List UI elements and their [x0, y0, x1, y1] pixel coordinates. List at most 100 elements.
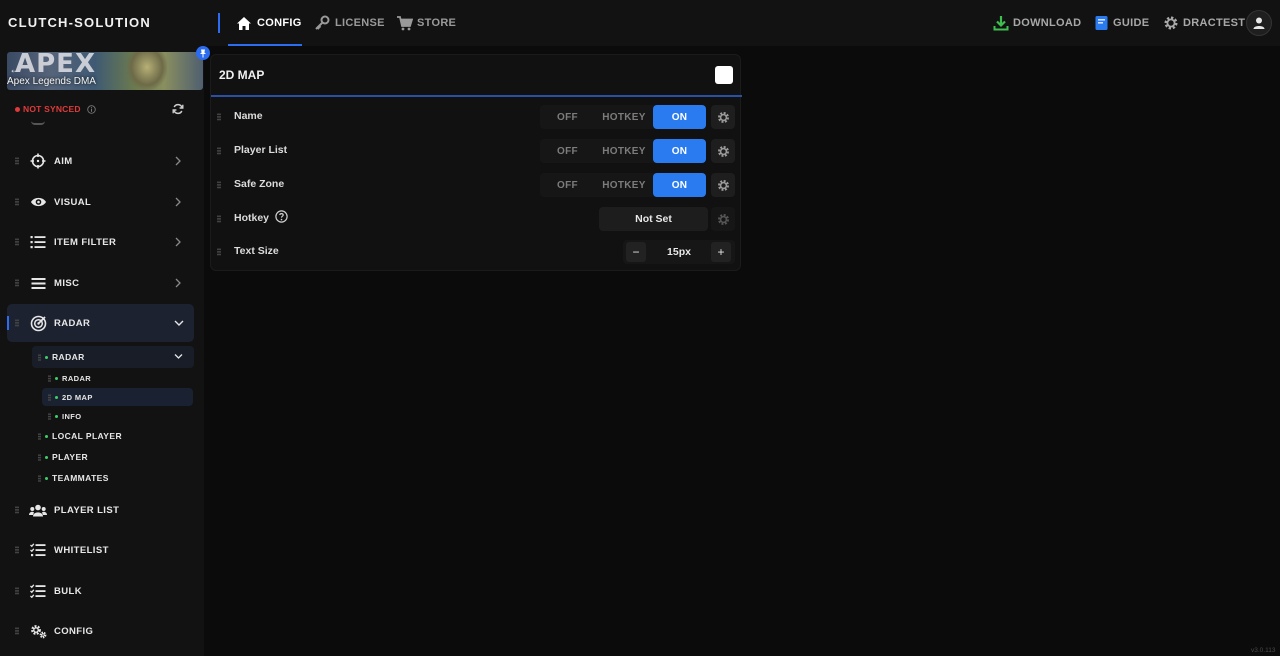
setting-label: Name [234, 110, 263, 122]
increment-button[interactable]: + [711, 242, 731, 262]
guide-label: GUIDE [1113, 17, 1150, 29]
sidebar-item-aim[interactable]: AIM [7, 142, 194, 180]
sidebar-item-label: CONFIG [54, 625, 94, 637]
option-on-button[interactable]: ON [653, 173, 706, 197]
tab-config[interactable]: CONFIG [228, 0, 302, 46]
subitem-label: PLAYER [52, 452, 89, 462]
drag-handle-icon[interactable] [38, 474, 41, 482]
game-logo: APEX [15, 52, 96, 79]
sidebar-item-config[interactable]: CONFIG [7, 612, 194, 650]
drag-handle-icon[interactable] [15, 506, 19, 514]
setting-gear-button[interactable] [711, 139, 735, 163]
option-off-button[interactable]: OFF [540, 105, 595, 129]
stepper-value[interactable]: 15px [655, 240, 703, 264]
sidebar-item-item-filter[interactable]: ITEM FILTER [7, 223, 194, 261]
users-icon [29, 501, 47, 519]
panel-enable-checkbox[interactable] [715, 66, 733, 84]
decrement-button[interactable]: − [626, 242, 646, 262]
pin-icon [200, 49, 206, 57]
refresh-icon[interactable] [172, 103, 184, 115]
subitem-label: RADAR [62, 373, 92, 383]
sidebar-subitem-info[interactable]: INFO [42, 407, 192, 425]
chevron-down-icon [174, 353, 183, 360]
gear-icon [1163, 15, 1179, 31]
sidebar-item-bulk[interactable]: BULK [7, 572, 194, 610]
mode-toggle: OFF HOTKEY ON [540, 139, 706, 163]
sidebar-item-radar[interactable]: RADAR [7, 304, 194, 342]
drag-handle-icon[interactable] [15, 546, 19, 554]
setting-row-text-size: Text Size − 15px + [211, 235, 742, 269]
drag-handle-icon[interactable] [15, 279, 19, 287]
sidebar-item-visual[interactable]: VISUAL [7, 183, 194, 221]
help-icon[interactable] [275, 210, 288, 223]
drag-handle-icon[interactable] [15, 587, 19, 595]
drag-handle-icon[interactable] [38, 453, 41, 461]
drag-handle-icon[interactable] [217, 215, 221, 223]
menu-icon [29, 274, 47, 292]
version-label: v3.0.113 [1251, 647, 1276, 654]
drag-handle-icon[interactable] [15, 319, 19, 327]
drag-handle-icon[interactable] [217, 181, 221, 189]
back-arrow-icon: ← [9, 62, 21, 76]
drag-handle-icon[interactable] [217, 147, 221, 155]
sidebar-item-misc[interactable]: MISC [7, 264, 194, 302]
drag-handle-icon[interactable] [48, 374, 51, 382]
sidebar-item-player-list[interactable]: PLAYER LIST [7, 491, 194, 529]
option-on-button[interactable]: ON [653, 139, 706, 163]
setting-gear-button[interactable] [711, 105, 735, 129]
game-banner[interactable]: APEX ← Apex Legends DMA [7, 52, 203, 90]
status-dot [45, 434, 48, 438]
avatar[interactable] [1246, 10, 1272, 36]
option-hotkey-button[interactable]: HOTKEY [595, 139, 653, 163]
list-icon [29, 233, 47, 251]
crosshair-icon [29, 152, 47, 170]
hidden-item-icon [31, 121, 45, 125]
sync-status-label: NOT SYNCED [23, 104, 81, 114]
drag-handle-icon[interactable] [15, 198, 19, 206]
sidebar-item-label: AIM [54, 155, 73, 167]
option-off-button[interactable]: OFF [540, 139, 595, 163]
option-hotkey-button[interactable]: HOTKEY [595, 105, 653, 129]
option-off-button[interactable]: OFF [540, 173, 595, 197]
drag-handle-icon[interactable] [48, 393, 51, 401]
guide-button[interactable]: GUIDE [1094, 0, 1149, 46]
checklist-icon [29, 582, 47, 600]
panel-title: 2D MAP [219, 68, 265, 82]
sidebar-subitem-teammates[interactable]: TEAMMATES [32, 467, 194, 489]
drag-handle-icon[interactable] [38, 353, 41, 361]
user-settings-button[interactable]: DRACTEST [1163, 0, 1245, 46]
download-button[interactable]: DOWNLOAD [993, 0, 1081, 46]
drag-handle-icon[interactable] [15, 238, 19, 246]
setting-gear-button[interactable] [711, 173, 735, 197]
key-icon [313, 14, 331, 32]
drag-handle-icon[interactable] [217, 248, 221, 256]
info-icon [86, 104, 96, 114]
option-hotkey-button[interactable]: HOTKEY [595, 173, 653, 197]
setting-row-player-list: Player List OFF HOTKEY ON [211, 134, 742, 168]
sidebar-subitem-radar[interactable]: RADAR [42, 369, 192, 387]
sidebar-subitem-2d-map[interactable]: 2D MAP [42, 388, 193, 406]
drag-handle-icon[interactable] [38, 432, 41, 440]
sidebar-subitem-radar-group[interactable]: RADAR [32, 346, 194, 368]
hotkey-picker-button[interactable]: Not Set [599, 207, 708, 231]
drag-handle-icon[interactable] [15, 157, 19, 165]
drag-handle-icon[interactable] [48, 412, 51, 420]
sidebar-subitem-player[interactable]: PLAYER [32, 446, 194, 468]
sidebar-item-label: MISC [54, 277, 80, 289]
tab-config-label: CONFIG [257, 17, 302, 29]
sidebar-subitem-local-player[interactable]: LOCAL PLAYER [32, 425, 194, 447]
sidebar-item-whitelist[interactable]: WHITELIST [7, 531, 194, 569]
drag-handle-icon[interactable] [15, 627, 19, 635]
option-on-button[interactable]: ON [653, 105, 706, 129]
setting-label: Player List [234, 144, 288, 156]
setting-gear-button[interactable] [711, 207, 735, 231]
download-icon [993, 15, 1009, 31]
drag-handle-icon[interactable] [217, 113, 221, 121]
status-dot [15, 106, 20, 112]
pin-button[interactable] [196, 46, 210, 60]
tab-store[interactable]: STORE [395, 0, 456, 46]
home-icon [235, 14, 253, 32]
sync-status: NOT SYNCED [15, 104, 96, 114]
gear-icon [717, 111, 729, 123]
tab-license[interactable]: LICENSE [313, 0, 385, 46]
